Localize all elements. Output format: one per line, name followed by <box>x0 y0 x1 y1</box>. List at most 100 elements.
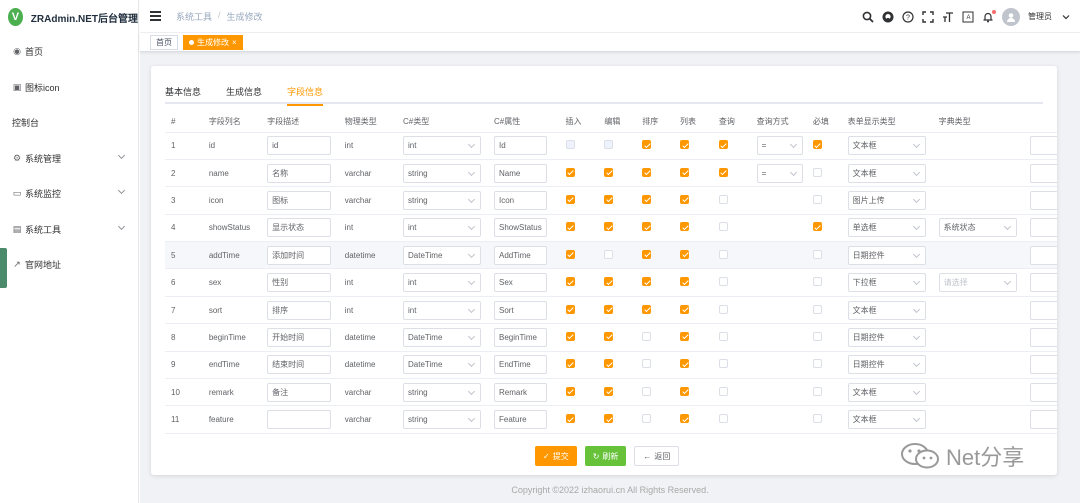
sidebar-item[interactable]: ▭ 系统监控 <box>0 176 138 212</box>
html-type-select[interactable]: 单选框 <box>847 218 926 238</box>
extra-input[interactable] <box>1029 218 1057 238</box>
dict-type-select[interactable]: 请选择 <box>938 273 1017 293</box>
insert-checkbox[interactable] <box>565 277 575 287</box>
help-icon[interactable]: ? <box>902 10 914 23</box>
column-comment-input[interactable] <box>267 410 332 430</box>
logo[interactable]: V ZRAdmin.NET后台管理 <box>0 0 138 34</box>
dict-type-select[interactable]: 系统状态 <box>938 218 1017 238</box>
required-checkbox[interactable] <box>812 140 822 150</box>
csharp-type-select[interactable]: int <box>403 136 482 156</box>
html-type-select[interactable]: 文本框 <box>847 136 926 156</box>
list-checkbox[interactable] <box>680 331 690 341</box>
csharp-field-input[interactable]: AddTime <box>494 245 547 265</box>
csharp-field-input[interactable]: BeginTime <box>494 327 547 347</box>
csharp-type-select[interactable]: DateTime <box>403 245 482 265</box>
edit-checkbox[interactable] <box>604 359 614 369</box>
csharp-field-input[interactable]: Id <box>494 136 547 156</box>
tag-edit-gen[interactable]: 生成修改 × <box>183 34 243 50</box>
query-checkbox[interactable] <box>718 222 728 232</box>
submit-button[interactable]: ✓ 提交 <box>535 446 577 466</box>
font-size-icon[interactable] <box>942 11 954 23</box>
extra-input[interactable] <box>1029 136 1057 156</box>
list-checkbox[interactable] <box>680 277 690 287</box>
list-checkbox[interactable] <box>680 359 690 369</box>
hamburger-icon[interactable] <box>150 11 161 21</box>
refresh-button[interactable]: ↻ 刷新 <box>584 446 627 466</box>
edit-checkbox[interactable] <box>604 386 614 396</box>
user-name[interactable]: 管理员 <box>1028 11 1052 22</box>
extra-input[interactable] <box>1029 273 1057 293</box>
insert-checkbox[interactable] <box>565 194 575 204</box>
column-comment-input[interactable]: 性别 <box>267 273 332 293</box>
list-checkbox[interactable] <box>680 386 690 396</box>
csharp-field-input[interactable]: Icon <box>494 190 547 210</box>
breadcrumb-item[interactable]: 系统工具 <box>176 10 212 23</box>
edit-checkbox[interactable] <box>604 249 614 259</box>
column-comment-input[interactable]: 名称 <box>267 163 332 183</box>
required-checkbox[interactable] <box>812 249 822 259</box>
csharp-type-select[interactable]: int <box>403 300 482 320</box>
list-checkbox[interactable] <box>680 414 690 424</box>
csharp-field-input[interactable]: ShowStatus <box>494 218 547 238</box>
html-type-select[interactable]: 文本框 <box>847 382 926 402</box>
insert-checkbox[interactable] <box>565 304 575 314</box>
column-comment-input[interactable]: 结束时间 <box>267 355 332 375</box>
sidebar-drag-handle[interactable] <box>0 248 7 288</box>
extra-input[interactable] <box>1029 355 1057 375</box>
csharp-type-select[interactable]: DateTime <box>403 355 482 375</box>
required-checkbox[interactable] <box>812 167 822 177</box>
fullscreen-icon[interactable] <box>922 10 934 23</box>
csharp-type-select[interactable]: int <box>403 273 482 293</box>
insert-checkbox[interactable] <box>565 249 575 259</box>
column-comment-input[interactable]: 显示状态 <box>267 218 332 238</box>
query-checkbox[interactable] <box>718 386 728 396</box>
edit-checkbox[interactable] <box>604 222 614 232</box>
html-type-select[interactable]: 图片上传 <box>847 190 926 210</box>
insert-checkbox[interactable] <box>565 386 575 396</box>
required-checkbox[interactable] <box>812 359 822 369</box>
csharp-type-select[interactable]: string <box>403 163 482 183</box>
query-checkbox[interactable] <box>718 277 728 287</box>
github-icon[interactable] <box>882 11 894 23</box>
back-button[interactable]: ← 返回 <box>634 446 680 466</box>
query-checkbox[interactable] <box>718 414 728 424</box>
csharp-type-select[interactable]: string <box>403 410 482 430</box>
required-checkbox[interactable] <box>812 414 822 424</box>
insert-checkbox[interactable] <box>565 331 575 341</box>
tab-field-info[interactable]: 字段信息 <box>287 80 324 106</box>
html-type-select[interactable]: 文本框 <box>847 163 926 183</box>
extra-input[interactable] <box>1029 190 1057 210</box>
sort-checkbox[interactable] <box>642 167 652 177</box>
csharp-type-select[interactable]: string <box>403 382 482 402</box>
csharp-field-input[interactable]: Sex <box>494 273 547 293</box>
sidebar-item[interactable]: ⚙ 系统管理 <box>0 141 138 177</box>
avatar[interactable] <box>1002 7 1020 26</box>
sort-checkbox[interactable] <box>642 304 652 314</box>
query-type-select[interactable]: = <box>756 136 803 156</box>
required-checkbox[interactable] <box>812 304 822 314</box>
html-type-select[interactable]: 下拉框 <box>847 273 926 293</box>
insert-checkbox[interactable] <box>565 359 575 369</box>
sidebar-item[interactable]: 控制台 <box>0 105 138 141</box>
query-checkbox[interactable] <box>718 140 728 150</box>
csharp-field-input[interactable]: Sort <box>494 300 547 320</box>
tab-gen-info[interactable]: 生成信息 <box>226 80 262 104</box>
sort-checkbox[interactable] <box>642 194 652 204</box>
query-type-select[interactable]: = <box>756 163 803 183</box>
list-checkbox[interactable] <box>680 222 690 232</box>
column-comment-input[interactable]: 添加时间 <box>267 245 332 265</box>
extra-input[interactable] <box>1029 245 1057 265</box>
edit-checkbox[interactable] <box>604 331 614 341</box>
sidebar-item[interactable]: ◉ 首页 <box>0 34 138 70</box>
html-type-select[interactable]: 文本框 <box>847 300 926 320</box>
list-checkbox[interactable] <box>680 140 690 150</box>
translate-icon[interactable]: A <box>962 11 974 23</box>
csharp-type-select[interactable]: DateTime <box>403 327 482 347</box>
csharp-field-input[interactable]: Remark <box>494 382 547 402</box>
tag-home[interactable]: 首页 <box>150 34 178 50</box>
query-checkbox[interactable] <box>718 249 728 259</box>
html-type-select[interactable]: 文本框 <box>847 410 926 430</box>
csharp-type-select[interactable]: int <box>403 218 482 238</box>
extra-input[interactable] <box>1029 327 1057 347</box>
tab-basic-info[interactable]: 基本信息 <box>165 80 201 104</box>
